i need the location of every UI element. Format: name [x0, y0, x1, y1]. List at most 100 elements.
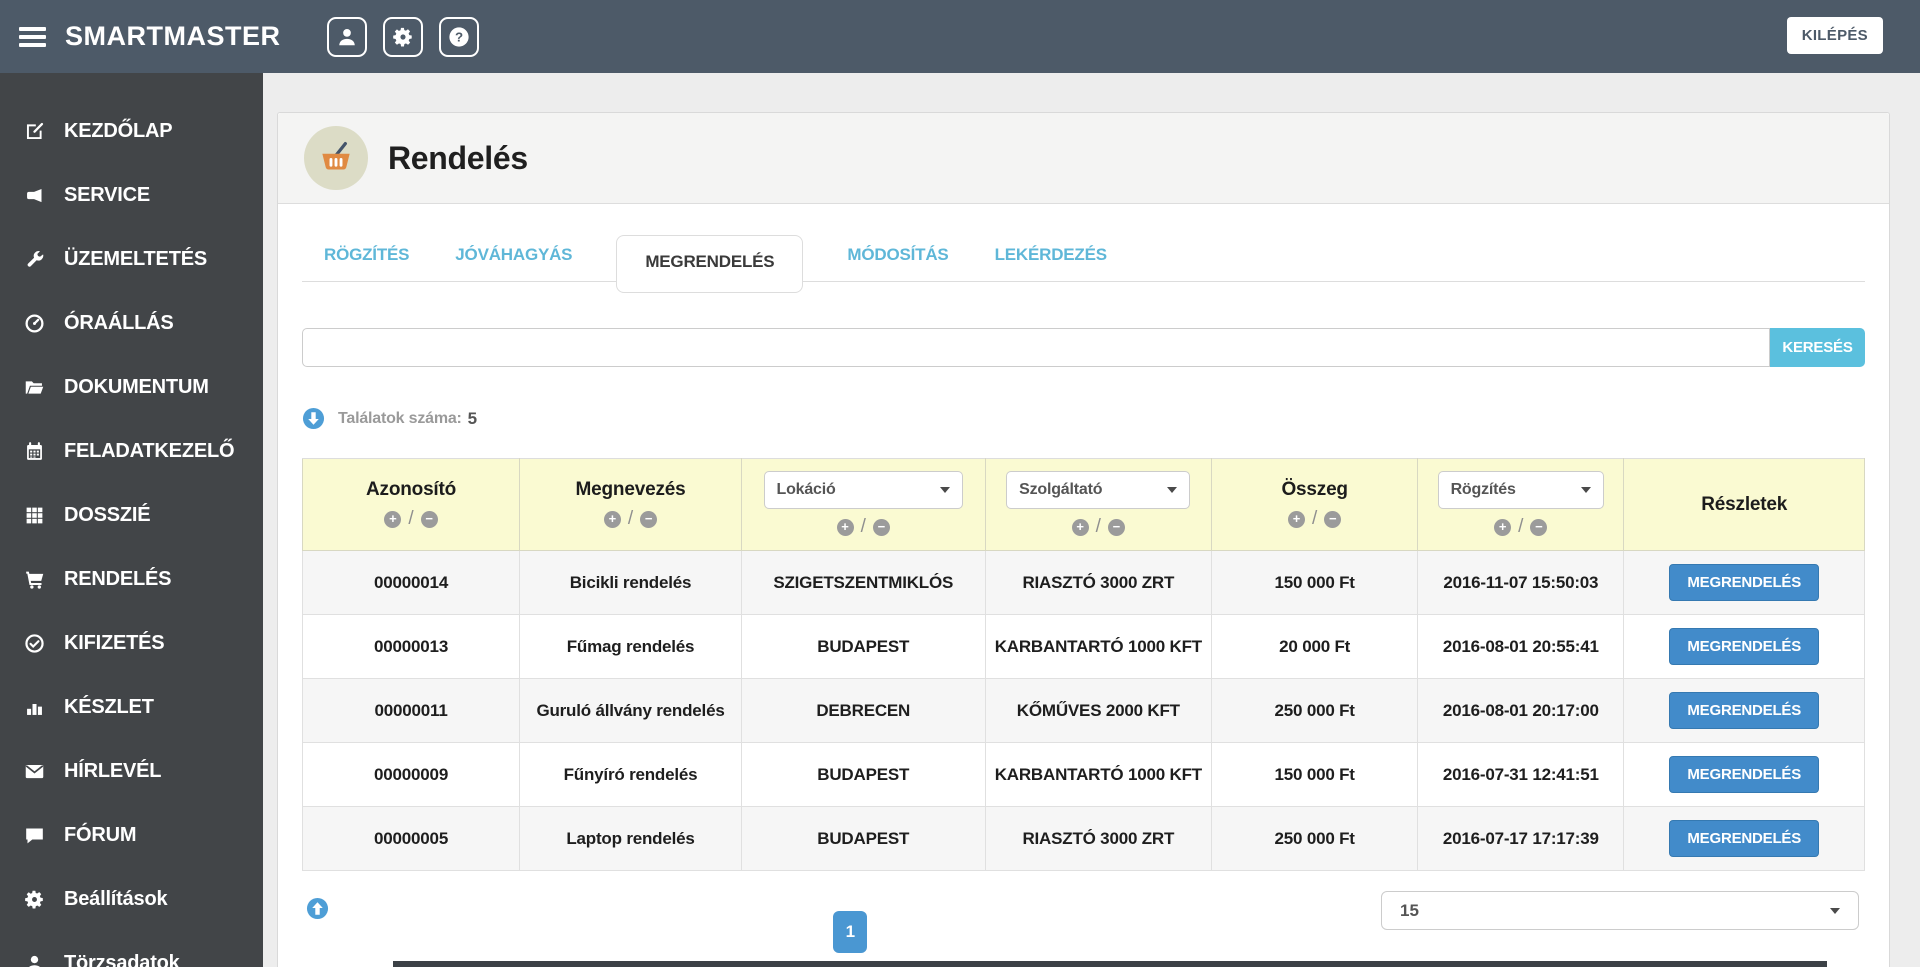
table-row: 00000011 Guruló állvány rendelés DEBRECEN K…	[301, 678, 1865, 743]
page-1-button[interactable]: 1	[833, 911, 868, 953]
sort-descending-icon[interactable]: −	[872, 518, 890, 536]
order-details-button[interactable]: MEGRENDELÉS	[1669, 820, 1820, 857]
sidebar-item-service[interactable]: SERVICE	[0, 163, 263, 227]
results-count: 5	[467, 408, 478, 428]
sort-controls: + / −	[1220, 508, 1409, 530]
menu-icon[interactable]	[19, 23, 46, 51]
chevron-down-icon	[939, 487, 950, 493]
tab-lekrdezs[interactable]: LEKÉRDEZÉS	[993, 229, 1109, 281]
tab-mdosts[interactable]: MÓDOSÍTÁS	[845, 229, 950, 281]
page-title: Rendelés	[388, 139, 528, 176]
sidebar-item-feladatkezel[interactable]: FELADATKEZELŐ	[0, 419, 263, 483]
sort-ascending-icon[interactable]: +	[603, 510, 621, 528]
sort-separator: /	[860, 516, 866, 537]
order-details-button[interactable]: MEGRENDELÉS	[1669, 628, 1820, 665]
sidebar-item-rendels[interactable]: RENDELÉS	[0, 547, 263, 611]
tab-rgzts[interactable]: RÖGZÍTÉS	[322, 229, 411, 281]
order-details-button[interactable]: MEGRENDELÉS	[1669, 564, 1820, 601]
sidebar-item-zemeltets[interactable]: ÜZEMELTETÉS	[0, 227, 263, 291]
sidebar-item-dosszi[interactable]: DOSSZIÉ	[0, 483, 263, 547]
chevron-down-icon	[1581, 487, 1592, 493]
order-details-button[interactable]: MEGRENDELÉS	[1669, 692, 1820, 729]
sidebar-item-kifizets[interactable]: KIFIZETÉS	[0, 611, 263, 675]
wrench-icon	[24, 248, 50, 270]
sort-controls: + / −	[311, 508, 511, 530]
sort-descending-icon[interactable]: −	[640, 510, 658, 528]
search-row: KERESÉS	[302, 328, 1865, 367]
filter-select-value: Rögzítés	[1450, 481, 1516, 498]
column-header-5: Összeg + / −	[1211, 458, 1419, 551]
sidebar-item-hrlevl[interactable]: HÍRLEVÉL	[0, 739, 263, 803]
cell: 2016-07-17 17:17:39	[1417, 806, 1625, 871]
sidebar: KEZDŐLAP SERVICE ÜZEMELTETÉS ÓRAÁLLÁS DOKUME…	[0, 73, 263, 967]
per-page-value: 15	[1400, 900, 1419, 920]
cell: 00000014	[301, 550, 521, 615]
sort-descending-icon[interactable]: −	[1530, 518, 1548, 536]
filter-select[interactable]: Lokáció	[763, 471, 963, 509]
main-content: Rendelés RÖGZÍTÉS JÓVÁHAGYÁS MEGRENDELÉS MÓ…	[263, 73, 1920, 967]
search-input[interactable]	[302, 328, 1770, 367]
sidebar-item-label: ÜZEMELTETÉS	[64, 247, 207, 270]
cell: 2016-11-07 15:50:03	[1417, 550, 1625, 615]
sidebar-item-kszlet[interactable]: KÉSZLET	[0, 675, 263, 739]
sidebar-item-kezdlap[interactable]: KEZDŐLAP	[0, 99, 263, 163]
sort-ascending-icon[interactable]: +	[1288, 510, 1305, 528]
scroll-up-icon[interactable]	[306, 897, 329, 920]
sidebar-item-label: FELADATKEZELŐ	[64, 439, 235, 462]
cell: 20 000 Ft	[1211, 614, 1419, 679]
sort-ascending-icon[interactable]: +	[836, 518, 854, 536]
column-label: Azonosító	[366, 479, 457, 500]
user-icon	[336, 26, 358, 48]
cell: 00000009	[301, 742, 521, 807]
cell: KARBANTARTÓ 1000 KFT	[984, 614, 1213, 679]
sort-controls: + / −	[750, 516, 977, 538]
scroll-down-icon[interactable]	[302, 407, 325, 430]
sidebar-item-label: DOKUMENTUM	[64, 375, 209, 398]
filter-select[interactable]: Rögzítés	[1437, 471, 1605, 509]
sidebar-item-dokumentum[interactable]: DOKUMENTUM	[0, 355, 263, 419]
tab-megrendels[interactable]: MEGRENDELÉS	[616, 235, 804, 293]
edit-icon	[24, 120, 50, 142]
filter-select[interactable]: Szolgáltató	[1006, 471, 1191, 509]
sidebar-item-label: KIFIZETÉS	[64, 631, 165, 654]
column-label: Összeg	[1281, 479, 1348, 500]
cell: RIASZTÓ 3000 ZRT	[984, 806, 1213, 871]
sort-ascending-icon[interactable]: +	[1494, 518, 1512, 536]
sidebar-item-trzsadatok[interactable]: Törzsadatok	[0, 931, 263, 967]
sort-descending-icon[interactable]: −	[1107, 518, 1125, 536]
cell: Fűmag rendelés	[519, 614, 742, 679]
help-button[interactable]: ?	[439, 16, 479, 57]
table-row: 00000013 Fűmag rendelés BUDAPEST KARBANTART…	[301, 614, 1865, 679]
sidebar-item-label: ÓRAÁLLÁS	[64, 311, 174, 334]
sort-separator: /	[627, 508, 634, 529]
cell: 150 000 Ft	[1211, 742, 1419, 807]
sort-descending-icon[interactable]: −	[1324, 510, 1342, 528]
details-cell: MEGRENDELÉS	[1623, 678, 1865, 743]
sort-ascending-icon[interactable]: +	[1071, 518, 1089, 536]
footer-edge	[393, 961, 1827, 967]
sort-ascending-icon[interactable]: +	[384, 510, 402, 528]
table-row: 00000014 Bicikli rendelés SZIGETSZENTMIKLÓ…	[301, 550, 1865, 615]
settings-button[interactable]	[383, 16, 423, 57]
order-details-button[interactable]: MEGRENDELÉS	[1669, 756, 1820, 793]
chevron-down-icon	[1167, 487, 1178, 493]
cell: KARBANTARTÓ 1000 KFT	[984, 742, 1213, 807]
sidebar-item-ralls[interactable]: ÓRAÁLLÁS	[0, 291, 263, 355]
svg-text:?: ?	[455, 29, 463, 44]
sort-descending-icon[interactable]: −	[420, 510, 438, 528]
sidebar-item-frum[interactable]: FÓRUM	[0, 803, 263, 867]
filter-select-value: Szolgáltató	[1019, 481, 1103, 498]
orders-panel: Rendelés RÖGZÍTÉS JÓVÁHAGYÁS MEGRENDELÉS MÓ…	[277, 112, 1890, 967]
comment-icon	[24, 824, 50, 846]
logout-button[interactable]: KILÉPÉS	[1786, 17, 1883, 54]
search-button[interactable]: KERESÉS	[1770, 328, 1865, 367]
cell: 2016-08-01 20:17:00	[1417, 678, 1625, 743]
profile-button[interactable]	[327, 16, 367, 57]
help-icon: ?	[448, 26, 470, 48]
cell: 250 000 Ft	[1211, 806, 1419, 871]
user-icon	[24, 952, 50, 967]
tab-jvhagys[interactable]: JÓVÁHAGYÁS	[453, 229, 574, 281]
sidebar-item-belltsok[interactable]: Beállítások	[0, 867, 263, 931]
sidebar-item-label: SERVICE	[64, 183, 151, 206]
per-page-select[interactable]: 15	[1381, 891, 1859, 930]
